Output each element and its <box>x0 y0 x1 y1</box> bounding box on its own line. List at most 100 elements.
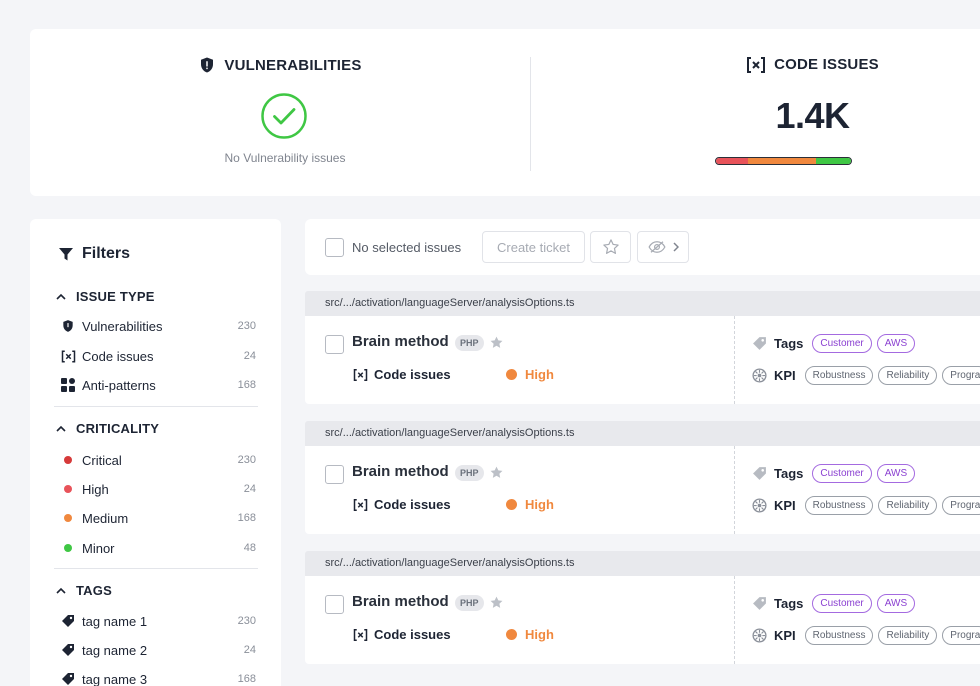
create-ticket-button[interactable]: Create ticket <box>482 231 585 263</box>
issue-type: Code issues <box>353 627 451 642</box>
star-outline-icon <box>602 239 619 254</box>
kpi-pill[interactable]: Reliability <box>878 496 938 515</box>
eye-off-icon <box>647 241 666 253</box>
issue-kpi-row: KPI Robustness Reliability Progra <box>752 626 980 645</box>
issue-file-path[interactable]: src/.../activation/languageServer/analys… <box>305 551 980 576</box>
tag-icon <box>753 597 766 610</box>
hide-button[interactable] <box>637 231 689 263</box>
code-brackets-icon <box>353 628 368 641</box>
kpi-gear-icon <box>752 628 767 643</box>
vulnerabilities-title: VULNERABILITIES <box>30 56 530 74</box>
tag-pill[interactable]: AWS <box>876 334 916 353</box>
filter-group-criticality[interactable]: CRITICALITY <box>56 421 159 436</box>
kpi-pill[interactable]: Robustness <box>804 366 874 385</box>
issue-title[interactable]: Brain method <box>352 463 449 480</box>
kpi-pill[interactable]: Reliability <box>878 366 938 385</box>
issues-toolbar: No selected issues Create ticket <box>305 219 980 275</box>
issue-severity: High <box>506 367 554 382</box>
filter-item-medium[interactable]: Medium 168 <box>60 510 256 526</box>
star-icon[interactable] <box>489 335 504 350</box>
code-issues-summary[interactable]: CODE ISSUES 1.4K <box>531 29 980 196</box>
issue-type-label: Code issues <box>374 627 451 642</box>
severity-segment <box>815 158 851 164</box>
vulnerabilities-summary[interactable]: VULNERABILITIES No Vulnerability issues <box>30 29 530 196</box>
filter-item-vulnerabilities[interactable]: Vulnerabilities 230 <box>60 318 256 334</box>
selection-status: No selected issues <box>352 240 462 255</box>
issue-title[interactable]: Brain method <box>352 593 449 610</box>
tags-label: Tags <box>774 466 804 481</box>
filter-separator <box>54 568 258 569</box>
filter-item-tag-2[interactable]: tag name 2 24 <box>60 642 256 658</box>
chevron-up-icon <box>56 587 66 594</box>
tags-label: Tags <box>774 596 804 611</box>
issue-type: Code issues <box>353 367 451 382</box>
filter-item-critical[interactable]: Critical 230 <box>60 452 256 468</box>
language-badge: PHP <box>455 335 484 351</box>
issue-severity: High <box>506 497 554 512</box>
no-vulnerability-text: No Vulnerability issues <box>224 151 346 165</box>
card-divider <box>734 446 735 534</box>
issue-kpi-row: KPI Robustness Reliability Progra <box>752 496 980 515</box>
issue-title[interactable]: Brain method <box>352 333 449 350</box>
kpi-label: KPI <box>774 498 796 513</box>
issue-checkbox[interactable] <box>325 595 344 614</box>
filter-separator <box>54 406 258 407</box>
kpi-pill[interactable]: Progra <box>942 366 980 385</box>
issue-tags-row: Tags Customer AWS <box>752 334 916 353</box>
kpi-pill[interactable]: Robustness <box>804 496 874 515</box>
issue-file-path[interactable]: src/.../activation/languageServer/analys… <box>305 291 980 316</box>
severity-distribution-bar <box>715 157 852 165</box>
medium-dot <box>64 514 72 522</box>
filter-item-tag-1[interactable]: tag name 1 230 <box>60 613 256 629</box>
code-brackets-icon <box>61 350 75 362</box>
tag-icon <box>62 644 74 656</box>
filter-group-issue-type[interactable]: ISSUE TYPE <box>56 289 155 304</box>
tag-pill[interactable]: Customer <box>812 464 872 483</box>
issue-card[interactable]: Brain method PHP Code issues High Tags C… <box>305 316 980 404</box>
issue-card[interactable]: Brain method PHP Code issues High Tags C… <box>305 446 980 534</box>
shield-icon <box>63 320 73 332</box>
tag-pill[interactable]: Customer <box>812 594 872 613</box>
issue-checkbox[interactable] <box>325 335 344 354</box>
filter-item-tag-3[interactable]: tag name 3 168 <box>60 671 256 686</box>
filters-title: Filters <box>58 245 130 263</box>
blocks-icon <box>61 378 75 392</box>
issue-checkbox[interactable] <box>325 465 344 484</box>
tag-icon <box>62 615 74 627</box>
tags-label: Tags <box>774 336 804 351</box>
language-badge: PHP <box>455 595 484 611</box>
star-icon[interactable] <box>489 465 504 480</box>
filter-group-tags[interactable]: TAGS <box>56 583 112 598</box>
star-button[interactable] <box>590 231 631 263</box>
issue-file-path[interactable]: src/.../activation/languageServer/analys… <box>305 421 980 446</box>
shield-alert-icon <box>201 57 214 73</box>
kpi-pill[interactable]: Progra <box>942 496 980 515</box>
tag-pill[interactable]: AWS <box>876 464 916 483</box>
severity-segment <box>748 158 816 164</box>
code-brackets-icon <box>353 368 368 381</box>
tag-icon <box>62 673 74 685</box>
tag-pill[interactable]: Customer <box>812 334 872 353</box>
issue-type-label: Code issues <box>374 497 451 512</box>
card-divider <box>734 316 735 404</box>
kpi-pill[interactable]: Progra <box>942 626 980 645</box>
issue-card[interactable]: Brain method PHP Code issues High Tags C… <box>305 576 980 664</box>
tag-pill[interactable]: AWS <box>876 594 916 613</box>
filter-item-high[interactable]: High 24 <box>60 481 256 497</box>
code-issues-title: CODE ISSUES <box>531 56 980 73</box>
tag-icon <box>753 467 766 480</box>
select-all-checkbox[interactable] <box>325 238 344 257</box>
filter-item-minor[interactable]: Minor 48 <box>60 540 256 556</box>
star-icon[interactable] <box>489 595 504 610</box>
filter-item-code-issues[interactable]: Code issues 24 <box>60 348 256 364</box>
kpi-pill[interactable]: Robustness <box>804 626 874 645</box>
funnel-icon <box>59 248 73 261</box>
summary-panel: VULNERABILITIES No Vulnerability issues … <box>30 29 980 196</box>
code-brackets-icon <box>747 56 766 73</box>
card-divider <box>734 576 735 664</box>
issue-kpi-row: KPI Robustness Reliability Progra <box>752 366 980 385</box>
severity-label: High <box>525 367 554 382</box>
filter-item-anti-patterns[interactable]: Anti-patterns 168 <box>60 377 256 393</box>
kpi-pill[interactable]: Reliability <box>878 626 938 645</box>
chevron-up-icon <box>56 425 66 432</box>
